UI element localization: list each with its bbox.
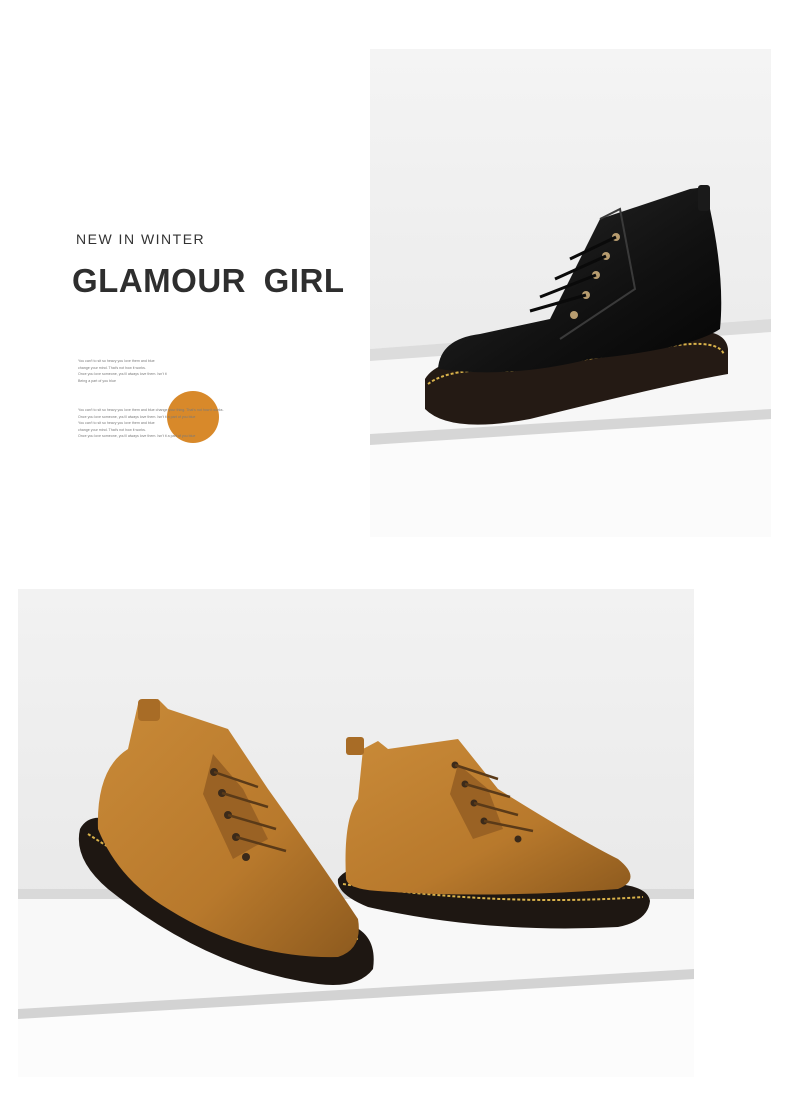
subtitle: NEW IN WINTER [76, 231, 206, 247]
blurb-line: Once you love someone, you'll always lov… [78, 434, 196, 439]
blurb-line: Once you love someone, you'll always lov… [78, 372, 167, 377]
tan-boots-image [18, 589, 694, 1077]
blurb-paragraph-1: You can't to sit so heavy you love them … [78, 358, 188, 384]
blurb-line: Being a part of you blue [78, 378, 116, 383]
blurb-line: You can't to sit so heavy you love them … [78, 359, 155, 363]
black-boot-image [370, 49, 771, 537]
blurb-paragraph-2: You can't to sit so heavy you love them … [78, 407, 224, 440]
blurb-line: change your mind. That's not how it work… [78, 365, 146, 370]
page-title: GLAMOUR GIRL [72, 262, 345, 299]
blurb-line: You can't to sit so heavy you love them … [78, 408, 224, 412]
blurb-line: You can't to sit so heavy you love them … [78, 421, 155, 426]
tan-boots-photo [18, 589, 694, 1077]
black-boot-photo [370, 49, 771, 537]
blurb-line: change your mind. That's not how it work… [78, 427, 146, 432]
blurb-line: Once you love someone, you'll always lov… [78, 414, 196, 419]
